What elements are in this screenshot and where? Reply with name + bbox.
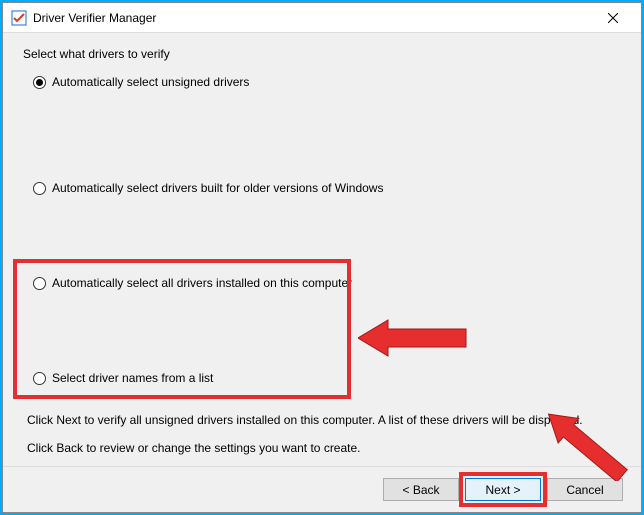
app-icon <box>11 10 27 26</box>
radio-icon <box>33 182 46 195</box>
radio-label: Automatically select drivers built for o… <box>52 181 383 195</box>
window-title: Driver Verifier Manager <box>33 11 593 25</box>
back-button[interactable]: < Back <box>383 478 459 501</box>
section-label: Select what drivers to verify <box>23 47 621 61</box>
radio-icon <box>33 372 46 385</box>
help-text-line1: Click Next to verify all unsigned driver… <box>27 413 621 427</box>
help-text-line2: Click Back to review or change the setti… <box>27 441 621 455</box>
radio-option-older-windows[interactable]: Automatically select drivers built for o… <box>33 181 621 195</box>
radio-label: Automatically select all drivers install… <box>52 276 352 290</box>
radio-icon <box>33 277 46 290</box>
driver-verifier-window: Driver Verifier Manager Select what driv… <box>2 2 642 513</box>
cancel-button[interactable]: Cancel <box>547 478 623 501</box>
annotation-arrow-options <box>358 315 468 361</box>
content-area: Select what drivers to verify Automatica… <box>3 33 641 466</box>
radio-label: Select driver names from a list <box>52 371 213 385</box>
radio-option-from-list[interactable]: Select driver names from a list <box>33 371 621 385</box>
titlebar: Driver Verifier Manager <box>3 3 641 33</box>
radio-option-all-drivers[interactable]: Automatically select all drivers install… <box>33 276 621 290</box>
close-icon <box>608 13 618 23</box>
radio-option-unsigned[interactable]: Automatically select unsigned drivers <box>33 75 621 89</box>
radio-icon <box>33 76 46 89</box>
next-button[interactable]: Next > <box>465 478 541 501</box>
close-button[interactable] <box>593 4 633 32</box>
radio-label: Automatically select unsigned drivers <box>52 75 249 89</box>
button-bar: < Back Next > Cancel <box>3 466 641 512</box>
